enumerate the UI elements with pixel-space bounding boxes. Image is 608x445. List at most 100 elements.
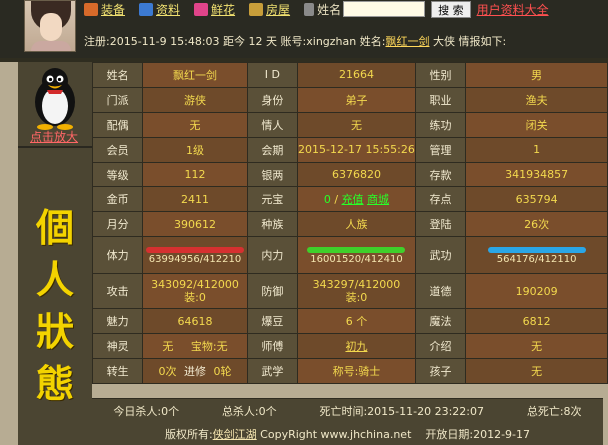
- inner-power-bar: [307, 246, 406, 253]
- top-nav: 装备 资料 鲜花 房屋 姓名 搜 索 用户资料大全: [84, 0, 549, 18]
- kill-stats: 今日杀人:0个 总杀人:0个 死亡时间:2015-11-20 23:22:07 …: [92, 398, 603, 423]
- table-row: 姓名 飘红一剑 I D 21664 性别 男: [91, 62, 608, 88]
- value-lover: 无: [297, 111, 416, 138]
- label-admin: 管理: [414, 136, 467, 163]
- value-gender: 男: [465, 62, 608, 88]
- stamina-bar: [146, 246, 245, 253]
- value-beans: 6 个: [297, 308, 416, 335]
- all-profiles-link[interactable]: 用户资料大全: [477, 1, 549, 18]
- flower-icon: [194, 2, 209, 16]
- value-charm: 64618: [142, 308, 248, 335]
- table-row: 会员 1级 会期 2015-12-17 15:55:26 管理 1: [91, 136, 608, 163]
- value-gold: 2411: [142, 186, 248, 213]
- death-time: 死亡时间:2015-11-20 23:22:07: [319, 405, 485, 418]
- label-training: 练功: [414, 111, 467, 138]
- label-ingot: 元宝: [246, 186, 299, 213]
- person-icon: [304, 2, 315, 16]
- value-training: 闭关: [465, 111, 608, 138]
- value-member: 1级: [142, 136, 248, 163]
- value-admin: 1: [465, 136, 608, 163]
- label-defense: 防御: [246, 273, 299, 310]
- label-master: 师傅: [246, 333, 299, 360]
- label-id: I D: [246, 62, 299, 88]
- table-row: 魅力 64618 爆豆 6 个 魔法 6812: [91, 308, 608, 335]
- account-name-link[interactable]: 飘红一剑: [385, 35, 429, 48]
- label-level: 等级: [91, 161, 144, 188]
- avatar-body: [31, 41, 71, 51]
- vertical-title: 個 人 狀 態: [35, 205, 74, 406]
- value-martial: 564176/412110: [465, 236, 608, 275]
- nav-profile[interactable]: 资料: [139, 1, 180, 18]
- profile-icon: [139, 2, 154, 16]
- mall-link[interactable]: 商城: [367, 193, 389, 206]
- value-ingot: 0 / 充值 商城: [297, 186, 416, 213]
- value-name: 飘红一剑: [142, 62, 248, 88]
- value-children: 无: [465, 358, 608, 384]
- label-magic: 魔法: [414, 308, 467, 335]
- label-spouse: 配偶: [91, 111, 144, 138]
- master-link[interactable]: 初九: [345, 340, 367, 353]
- value-spouse: 无: [142, 111, 248, 138]
- site-name-link[interactable]: 侠剑江湖: [213, 428, 257, 441]
- label-gender: 性别: [414, 62, 467, 88]
- label-rebirth: 转生: [91, 358, 144, 384]
- value-deposit: 341934857: [465, 161, 608, 188]
- value-status: 弟子: [297, 86, 416, 113]
- label-morality: 道德: [414, 273, 467, 310]
- account-info: 注册:2015-11-9 15:48:03 距今 12 天 账号:xingzha…: [84, 35, 507, 48]
- label-deposit: 存款: [414, 161, 467, 188]
- label-inner-power: 内力: [246, 236, 299, 275]
- value-saved-points: 635794: [465, 186, 608, 213]
- value-id: 21664: [297, 62, 416, 88]
- recharge-link[interactable]: 充值: [342, 193, 364, 206]
- value-level: 112: [142, 161, 248, 188]
- left-column: 点击放大 個 人 狀 態: [18, 62, 92, 445]
- penguin-icon[interactable]: [26, 66, 84, 130]
- table-row: 转生 0次 进修 0轮 武学 称号:骑士 孩子 无: [91, 358, 608, 384]
- label-spirit: 神灵: [91, 333, 144, 360]
- open-date: 开放日期:2012-9-17: [425, 428, 531, 441]
- status-grid: 姓名 飘红一剑 I D 21664 性别 男 门派 游侠 身份 弟子 职业 渔夫…: [91, 62, 608, 384]
- left-divider: [18, 146, 92, 148]
- label-saved-points: 存点: [414, 186, 467, 213]
- nav-house[interactable]: 房屋: [249, 1, 290, 18]
- label-name: 姓名: [91, 62, 144, 88]
- label-martial: 武功: [414, 236, 467, 275]
- value-morality: 190209: [465, 273, 608, 310]
- value-monthly: 390612: [142, 211, 248, 238]
- label-member: 会员: [91, 136, 144, 163]
- label-monthly: 月分: [91, 211, 144, 238]
- label-member-expiry: 会期: [246, 136, 299, 163]
- nav-flower[interactable]: 鲜花: [194, 1, 235, 18]
- value-intro: 无: [465, 333, 608, 360]
- value-race: 人族: [297, 211, 416, 238]
- label-logins: 登陆: [414, 211, 467, 238]
- label-job: 职业: [414, 86, 467, 113]
- ingot-count: 0: [323, 193, 331, 207]
- zoom-link[interactable]: 点击放大: [30, 128, 78, 145]
- table-row: 门派 游侠 身份 弟子 职业 渔夫: [91, 86, 608, 113]
- search-input[interactable]: [343, 1, 426, 17]
- value-member-expiry: 2015-12-17 15:55:26: [297, 136, 416, 163]
- table-row: 等级 112 银两 6376820 存款 341934857: [91, 161, 608, 188]
- table-row: 神灵 无 宝物:无 师傅 初九 介绍 无: [91, 333, 608, 360]
- label-beans: 爆豆: [246, 308, 299, 335]
- label-sect: 门派: [91, 86, 144, 113]
- table-row: 金币 2411 元宝 0 / 充值 商城 存点 635794: [91, 186, 608, 213]
- value-rebirth: 0次 进修 0轮: [142, 358, 248, 384]
- search-button[interactable]: 搜 索: [431, 0, 471, 18]
- total-deaths: 总死亡:8次: [526, 405, 582, 418]
- value-silver: 6376820: [297, 161, 416, 188]
- label-children: 孩子: [414, 358, 467, 384]
- equip-icon: [84, 2, 98, 16]
- nav-equip[interactable]: 装备: [84, 1, 125, 18]
- value-sect: 游侠: [142, 86, 248, 113]
- value-attack: 343092/412000 装:0: [142, 273, 248, 310]
- avatar[interactable]: [24, 0, 76, 52]
- header: 装备 资料 鲜花 房屋 姓名 搜 索 用户资料大全 注册:2015-11-9 1…: [0, 0, 608, 58]
- label-charm: 魅力: [91, 308, 144, 335]
- table-row: 体力 63994956/412210 内力 16001520/412410 武功…: [91, 236, 608, 275]
- label-race: 种族: [246, 211, 299, 238]
- table-row: 月分 390612 种族 人族 登陆 26次: [91, 211, 608, 238]
- table-row: 配偶 无 情人 无 练功 闭关: [91, 111, 608, 138]
